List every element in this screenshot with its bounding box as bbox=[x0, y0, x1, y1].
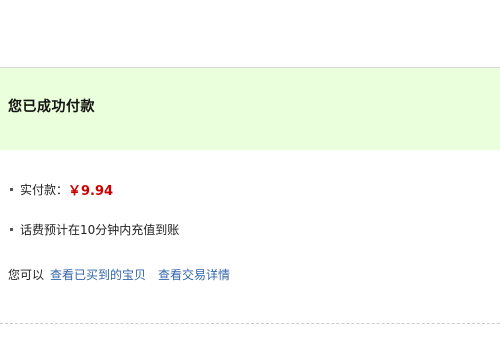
recharge-note-text: 话费预计在10分钟内充值到账 bbox=[20, 223, 180, 237]
bottom-divider bbox=[0, 323, 500, 324]
next-actions-prefix: 您可以 bbox=[8, 268, 45, 282]
success-title: 您已成功付款 bbox=[8, 99, 95, 115]
payment-success-page: 您已成功付款 实付款： ￥9.94 话费预计在10分钟内充值到账 您可以 查看已买… bbox=[0, 0, 500, 350]
success-banner: 您已成功付款 bbox=[0, 68, 500, 150]
paid-amount-label: 实付款： bbox=[20, 183, 69, 197]
paid-amount-value: ￥9.94 bbox=[68, 184, 114, 199]
recharge-note-row: 话费预计在10分钟内充值到账 bbox=[10, 221, 179, 238]
next-actions-row: 您可以 查看已买到的宝贝 查看交易详情 bbox=[8, 266, 230, 283]
paid-amount-row: 实付款： ￥9.94 bbox=[10, 180, 113, 199]
view-transaction-details-link[interactable]: 查看交易详情 bbox=[158, 268, 230, 282]
view-purchased-link[interactable]: 查看已买到的宝贝 bbox=[50, 268, 146, 282]
bullet-icon bbox=[10, 188, 13, 191]
bullet-icon bbox=[10, 228, 13, 231]
